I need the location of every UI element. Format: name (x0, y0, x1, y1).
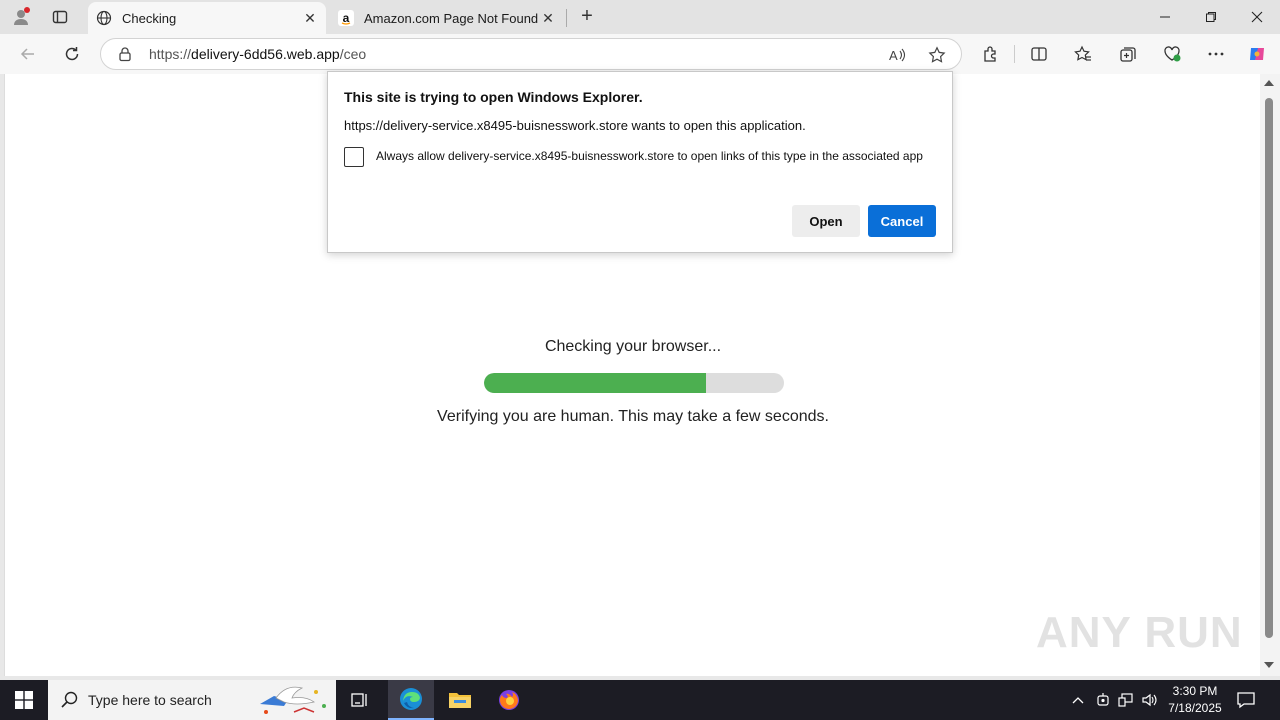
search-placeholder: Type here to search (88, 692, 212, 708)
open-app-dialog: This site is trying to open Windows Expl… (327, 71, 953, 253)
verification-message: Verifying you are human. This may take a… (437, 408, 829, 425)
title-bar: Checking ✕ a Amazon.com Page Not Found ✕… (0, 0, 1280, 34)
taskbar: Type here to search 3:30 PM 7/18/2025 (0, 680, 1280, 720)
task-view-icon[interactable] (337, 680, 383, 720)
taskbar-search-box[interactable]: Type here to search (48, 680, 336, 720)
tab-amazon[interactable]: a Amazon.com Page Not Found ✕ (330, 2, 564, 34)
search-icon (60, 690, 80, 710)
taskbar-clock[interactable]: 3:30 PM 7/18/2025 (1160, 683, 1230, 717)
progress-fill (484, 373, 706, 393)
volume-icon[interactable] (1140, 690, 1160, 710)
dialog-message: https://delivery-service.x8495-buisnessw… (344, 118, 806, 133)
tab-divider (566, 9, 567, 27)
tab-label: Checking (122, 10, 177, 26)
new-tab-icon[interactable]: + (577, 6, 597, 27)
scrollbar-thumb[interactable] (1265, 98, 1273, 638)
profile-icon[interactable] (10, 6, 32, 28)
copilot-icon[interactable] (1247, 44, 1267, 64)
close-tab-icon[interactable]: ✕ (300, 8, 320, 28)
tab-checking[interactable]: Checking ✕ (88, 2, 326, 34)
svg-text:A: A (889, 48, 898, 63)
favorites-icon[interactable] (1073, 44, 1093, 64)
refresh-icon[interactable] (60, 42, 84, 66)
edge-taskbar-icon[interactable] (388, 680, 434, 720)
split-screen-icon[interactable] (1029, 44, 1049, 64)
minimize-icon[interactable] (1142, 0, 1188, 34)
file-explorer-icon[interactable] (437, 680, 483, 720)
globe-icon (96, 10, 112, 26)
read-aloud-icon[interactable]: A (887, 45, 907, 65)
toolbar-divider (1014, 45, 1015, 63)
anyrun-watermark: ANY RUN (1036, 608, 1243, 657)
show-hidden-icons-icon[interactable] (1068, 690, 1088, 710)
tab-actions-icon[interactable] (49, 6, 71, 28)
vertical-scrollbar[interactable] (1260, 74, 1280, 676)
browser-essentials-icon[interactable] (1162, 44, 1182, 64)
windows-start-icon[interactable] (0, 680, 48, 720)
close-tab-icon[interactable]: ✕ (538, 8, 558, 28)
verification-progress-bar (484, 373, 784, 393)
back-icon[interactable] (16, 42, 40, 66)
amazon-favicon-icon: a (338, 10, 354, 26)
close-window-icon[interactable] (1234, 0, 1280, 34)
firefox-icon[interactable] (486, 680, 532, 720)
always-allow-checkbox[interactable] (344, 147, 364, 167)
address-bar[interactable]: https://delivery-6dd56.web.app/ceo A (100, 38, 962, 70)
open-button[interactable]: Open (792, 205, 860, 237)
extensions-icon[interactable] (981, 44, 1001, 64)
url-text[interactable]: https://delivery-6dd56.web.app/ceo (149, 46, 366, 62)
always-allow-label[interactable]: Always allow delivery-service.x8495-buis… (376, 149, 923, 163)
network-icon[interactable] (1116, 690, 1136, 710)
checking-heading: Checking your browser... (544, 338, 722, 355)
tab-label: Amazon.com Page Not Found (364, 10, 538, 26)
more-options-icon[interactable] (1206, 44, 1226, 64)
notifications-icon[interactable] (1236, 690, 1258, 710)
dove-search-highlight-icon (254, 682, 334, 718)
scroll-up-arrow-icon[interactable] (1264, 80, 1274, 86)
meet-now-icon[interactable] (1093, 690, 1113, 710)
cancel-button[interactable]: Cancel (868, 205, 936, 237)
collections-icon[interactable] (1118, 44, 1138, 64)
favorite-star-icon[interactable] (927, 45, 947, 65)
browser-toolbar: https://delivery-6dd56.web.app/ceo A (0, 34, 1280, 74)
dialog-title: This site is trying to open Windows Expl… (344, 89, 643, 105)
clock-date: 7/18/2025 (1168, 701, 1222, 715)
scroll-down-arrow-icon[interactable] (1264, 662, 1274, 668)
lock-icon[interactable] (117, 46, 133, 62)
clock-time: 3:30 PM (1172, 684, 1218, 698)
restore-icon[interactable] (1188, 0, 1234, 34)
